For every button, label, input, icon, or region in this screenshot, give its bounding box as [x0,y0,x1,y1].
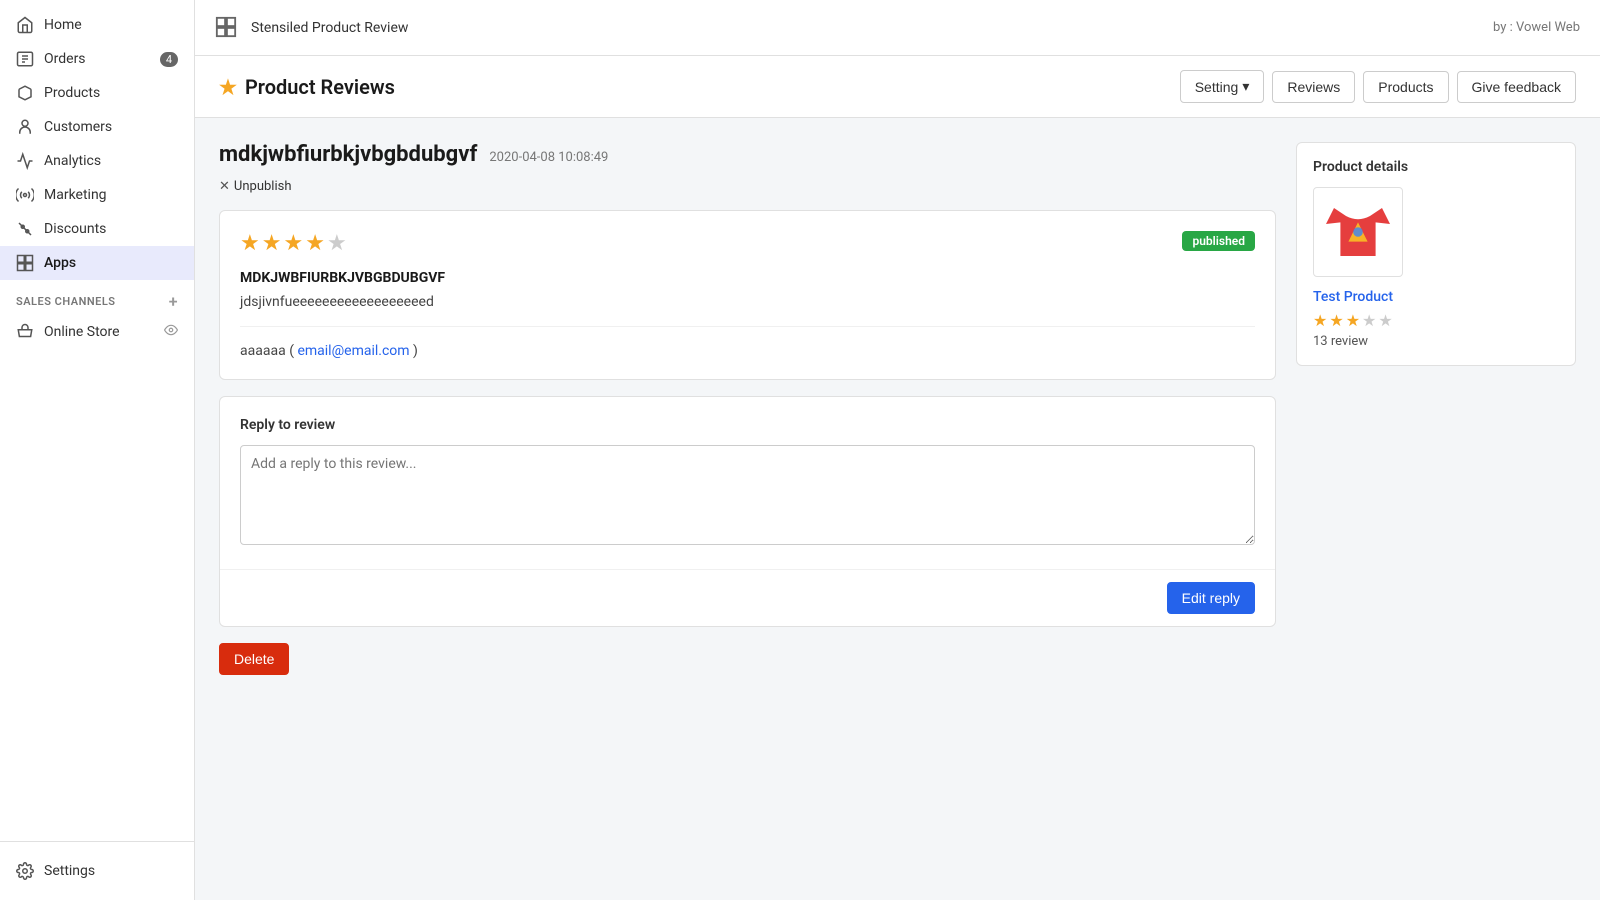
review-title: mdkjwbfiurbkjvbgbdubgvf [219,142,477,167]
reviewer-display-name: MDKJWBFIURBKJVBGBDUBGVF [240,270,1255,286]
sales-channels-section: SALES CHANNELS + [0,280,194,315]
analytics-icon [16,152,34,170]
home-icon [16,16,34,34]
sidebar-item-settings-label: Settings [44,863,95,879]
product-image [1313,187,1403,277]
product-star-5: ★ [1378,311,1392,330]
product-star-4: ★ [1362,311,1376,330]
page-title-text: Product Reviews [245,75,395,99]
product-image-container [1313,187,1559,277]
discounts-icon [16,220,34,238]
review-sidebar: Product details [1296,142,1576,366]
product-star-3: ★ [1346,311,1360,330]
delete-button[interactable]: Delete [219,643,289,675]
header-actions: Setting ▾ Reviews Products Give feedback [1180,70,1576,103]
products-button[interactable]: Products [1363,71,1448,103]
sidebar-item-home[interactable]: Home [0,8,194,42]
setting-button[interactable]: Setting ▾ [1180,70,1265,103]
sidebar-item-products-label: Products [44,85,100,101]
sidebar-item-online-store-label: Online Store [44,324,120,340]
customers-icon [16,118,34,136]
sidebar-item-customers[interactable]: Customers [0,110,194,144]
reply-textarea[interactable] [240,445,1255,545]
review-body-text: jdsjivnfueeeeeeeeeeeeeeeeeed [240,294,1255,310]
page-content: mdkjwbfiurbkjvbgbdubgvf 2020-04-08 10:08… [195,118,1600,900]
product-reviews-count: 13 review [1313,334,1559,349]
review-layout: mdkjwbfiurbkjvbgbdubgvf 2020-04-08 10:08… [219,142,1576,675]
sidebar-item-analytics-label: Analytics [44,153,101,169]
star-1: ★ [240,231,260,256]
add-sales-channel-icon[interactable]: + [169,292,178,311]
product-star-1: ★ [1313,311,1327,330]
sidebar-item-discounts-label: Discounts [44,221,106,237]
product-details-card: Product details [1296,142,1576,366]
product-stars: ★ ★ ★ ★ ★ [1313,311,1559,330]
sidebar-item-marketing[interactable]: Marketing [0,178,194,212]
unpublish-label: Unpublish [234,179,292,194]
sidebar-item-apps-label: Apps [44,255,76,271]
online-store-icon [16,323,34,341]
review-card: ★ ★ ★ ★ ★ published MDKJWBFIURBKJVBGBDUB… [219,210,1276,380]
reviews-button[interactable]: Reviews [1272,71,1355,103]
sidebar-item-orders[interactable]: Orders 4 [0,42,194,76]
reply-actions: Edit reply [220,569,1275,626]
orders-icon [16,50,34,68]
reply-card: Reply to review Edit reply [219,396,1276,627]
reply-section-title: Reply to review [240,417,1255,433]
product-details-title: Product details [1313,159,1559,175]
title-star-icon: ★ [219,75,237,99]
sidebar-nav: Home Orders 4 Products Customers A [0,0,194,841]
sidebar-bottom: Settings [0,841,194,900]
email-paren-close: ) [413,343,418,359]
topbar-title: Stensiled Product Review [251,20,1485,36]
star-5: ★ [327,231,347,256]
star-2: ★ [262,231,282,256]
content-header: ★ Product Reviews Setting ▾ Reviews Prod… [195,56,1600,118]
sidebar-item-discounts[interactable]: Discounts [0,212,194,246]
x-icon: ✕ [219,179,230,194]
reviewer-aaa: aaaaaa [240,343,286,359]
review-title-row: mdkjwbfiurbkjvbgbdubgvf 2020-04-08 10:08… [219,142,1276,171]
settings-icon [16,862,34,880]
topbar-by: by : Vowel Web [1493,20,1580,35]
products-icon [16,84,34,102]
sidebar-item-settings[interactable]: Settings [0,854,194,888]
unpublish-link[interactable]: ✕ Unpublish [219,179,1276,194]
sidebar-item-apps[interactable]: Apps [0,246,194,280]
reviewer-email-link[interactable]: email@email.com [297,343,409,359]
star-3: ★ [283,231,303,256]
sidebar-item-home-label: Home [44,17,82,33]
eye-icon[interactable] [164,323,178,341]
review-card-header: ★ ★ ★ ★ ★ published [240,231,1255,270]
published-badge: published [1182,231,1255,251]
dropdown-arrow-icon: ▾ [1242,78,1249,95]
review-main: mdkjwbfiurbkjvbgbdubgvf 2020-04-08 10:08… [219,142,1276,675]
marketing-icon [16,186,34,204]
sidebar-item-orders-label: Orders [44,51,86,67]
review-date: 2020-04-08 10:08:49 [489,150,608,165]
reviewer-email-row: aaaaaa ( email@email.com ) [240,326,1255,359]
sidebar-item-analytics[interactable]: Analytics [0,144,194,178]
give-feedback-button[interactable]: Give feedback [1457,71,1577,103]
sidebar-item-customers-label: Customers [44,119,112,135]
review-stars: ★ ★ ★ ★ ★ [240,231,347,256]
sales-channels-title: SALES CHANNELS [16,295,116,308]
review-card-body: ★ ★ ★ ★ ★ published MDKJWBFIURBKJVBGBDUB… [220,211,1275,379]
app-icon [215,16,239,40]
product-star-2: ★ [1329,311,1343,330]
sidebar-item-marketing-label: Marketing [44,187,107,203]
orders-badge: 4 [160,52,178,67]
page-title: ★ Product Reviews [219,75,395,99]
sidebar-item-products[interactable]: Products [0,76,194,110]
topbar: Stensiled Product Review by : Vowel Web [195,0,1600,56]
edit-reply-button[interactable]: Edit reply [1167,582,1255,614]
main-content: Stensiled Product Review by : Vowel Web … [195,0,1600,900]
star-4: ★ [305,231,325,256]
sidebar: Home Orders 4 Products Customers A [0,0,195,900]
reply-card-body: Reply to review [220,397,1275,569]
product-name[interactable]: Test Product [1313,289,1559,305]
apps-icon [16,254,34,272]
sidebar-item-online-store[interactable]: Online Store [0,315,194,349]
